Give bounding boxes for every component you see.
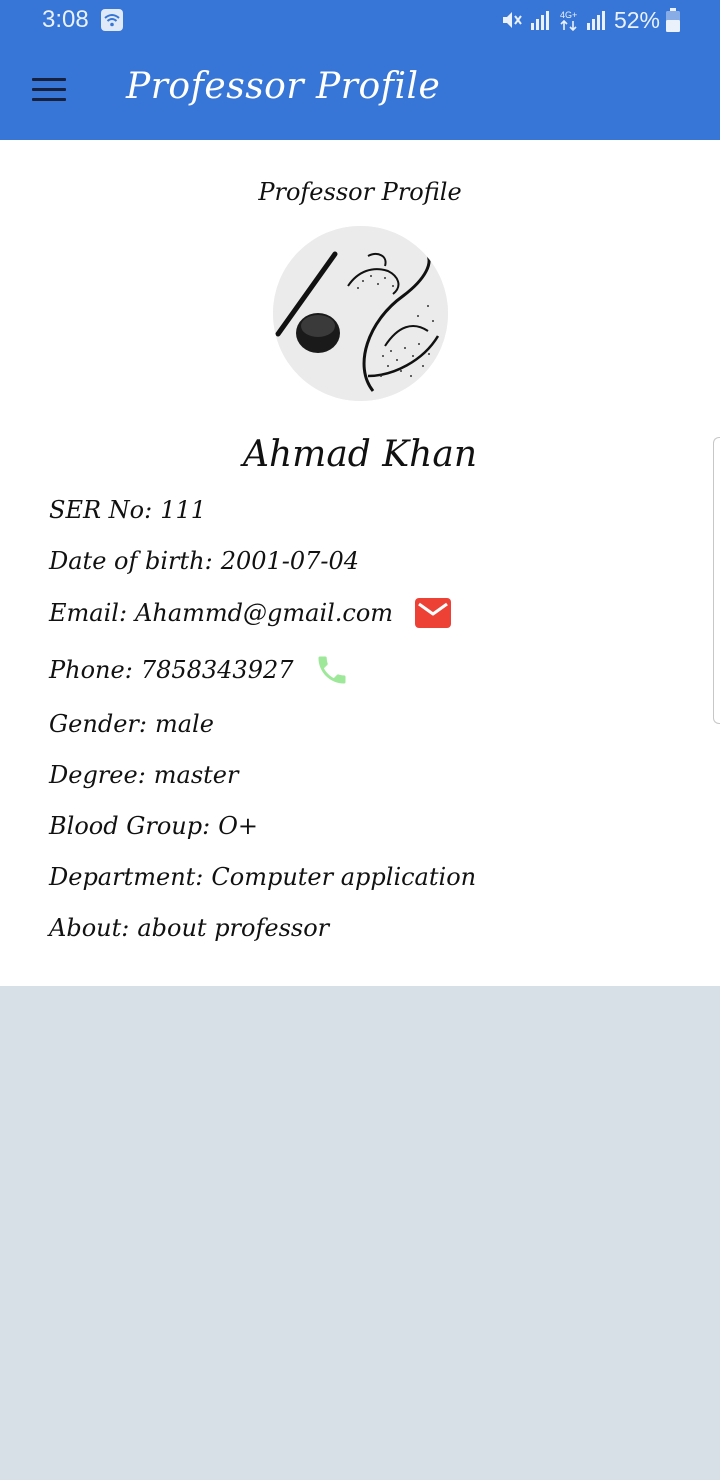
phone-icon[interactable] <box>314 652 350 688</box>
phone-row: Phone: 7858343927 <box>49 652 350 688</box>
gender-label: Gender: <box>49 710 147 738</box>
edge-panel-handle[interactable] <box>713 437 720 724</box>
department-label: Department: <box>49 863 204 891</box>
phone-label: Phone: <box>49 656 133 684</box>
email-row: Email: Ahammd@gmail.com <box>49 598 452 628</box>
about-label: About: <box>49 914 130 942</box>
4g-icon: 4G+ <box>560 10 577 32</box>
about-row: About: about professor <box>49 914 329 942</box>
hamburger-menu-icon[interactable] <box>28 70 70 110</box>
app-title: Professor Profile <box>126 66 441 107</box>
gender-value: male <box>154 710 214 738</box>
signal-icon <box>586 11 605 30</box>
app-bar: Professor Profile <box>0 40 720 140</box>
department-value: Computer application <box>211 863 477 891</box>
profile-card: Professor Profile Ahmad Khan SER No: 111… <box>0 140 720 986</box>
mute-icon <box>502 12 522 28</box>
professor-name: Ahmad Khan <box>243 434 477 475</box>
status-time: 3:08 <box>42 6 89 33</box>
status-icons: 4G+ 52% <box>500 6 680 34</box>
mail-icon[interactable] <box>415 598 452 628</box>
dob-value: 2001-07-04 <box>220 547 360 575</box>
ser-no-row: SER No: 111 <box>49 496 206 524</box>
blood-group-label: Blood Group: <box>49 812 211 840</box>
avatar <box>273 226 448 401</box>
svg-text:4G+: 4G+ <box>560 10 577 20</box>
about-value: about professor <box>137 914 330 942</box>
ser-no-value: 111 <box>160 496 207 524</box>
ser-no-label: SER No: <box>49 496 153 524</box>
phone-value: 7858343927 <box>140 656 294 684</box>
blood-group-row: Blood Group: O+ <box>49 812 258 840</box>
signal-icon <box>530 11 549 30</box>
department-row: Department: Computer application <box>49 863 476 891</box>
gender-row: Gender: male <box>49 710 214 738</box>
wifi-icon <box>101 9 123 31</box>
degree-label: Degree: <box>49 761 146 789</box>
email-label: Email: <box>49 599 128 627</box>
degree-value: master <box>153 761 239 789</box>
battery-icon <box>666 8 680 32</box>
battery-percent: 52% <box>613 6 660 33</box>
profile-heading: Professor Profile <box>258 178 462 206</box>
dob-row: Date of birth: 2001-07-04 <box>49 547 359 575</box>
status-bar: 3:08 4G+ 52% <box>0 0 720 40</box>
blood-group-value: O+ <box>218 812 258 840</box>
calligraphy-image <box>273 226 448 401</box>
email-value: Ahammd@gmail.com <box>135 599 394 627</box>
degree-row: Degree: master <box>49 761 238 789</box>
dob-label: Date of birth: <box>49 547 213 575</box>
